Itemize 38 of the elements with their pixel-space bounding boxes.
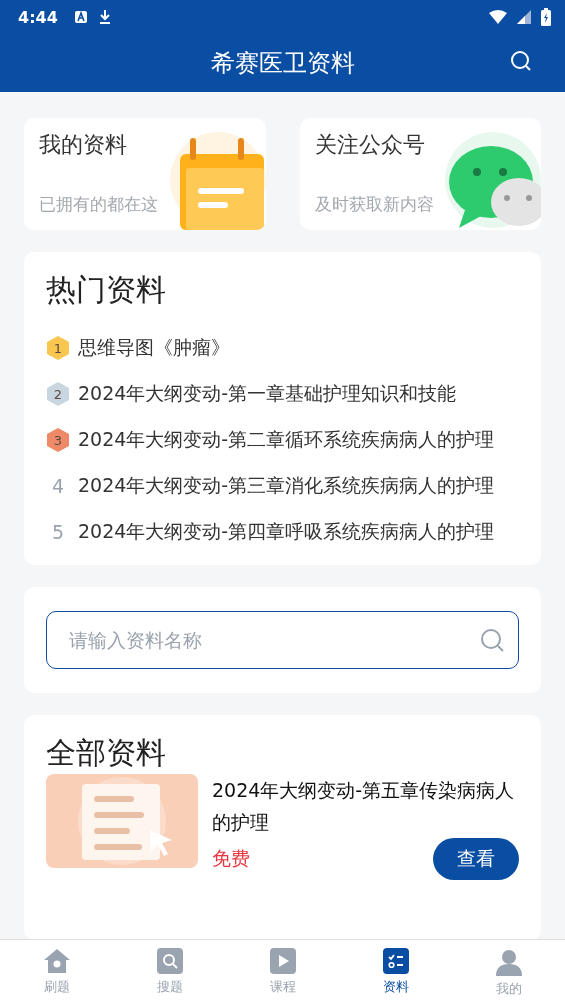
rank-number: 5: [50, 521, 66, 543]
app-title: 希赛医卫资料: [210, 48, 355, 79]
card-subtitle: 已拥有的都在这: [39, 193, 158, 216]
card-subtitle: 及时获取新内容: [314, 193, 434, 216]
search-field[interactable]: 请输入资料名称: [46, 611, 519, 669]
play-icon: [269, 948, 296, 974]
rank-badge: 2: [46, 381, 70, 407]
shortcut-card[interactable]: 我的资料 已拥有的都在这: [24, 118, 266, 230]
nav-tab[interactable]: 资料: [339, 940, 452, 1004]
home-icon: [42, 948, 71, 974]
card-title: 我的资料: [39, 131, 128, 159]
checklist-icon: [382, 948, 409, 974]
font-icon: [73, 10, 88, 24]
rank-badge: 1: [46, 335, 70, 361]
status-time: 4:44: [18, 7, 58, 27]
view-button[interactable]: 查看: [433, 838, 519, 880]
price-label: 免费: [212, 846, 250, 871]
hot-item-link[interactable]: 2024年大纲变动-第一章基础护理知识和技能: [78, 381, 457, 407]
signal-icon: [517, 10, 531, 24]
hot-item-link[interactable]: 2024年大纲变动-第四章呼吸系统疾病病人的护理: [78, 519, 495, 545]
hot-item-link[interactable]: 2024年大纲变动-第二章循环系统疾病病人的护理: [78, 427, 495, 453]
rank-badge: 3: [46, 427, 70, 453]
search-icon: [156, 948, 183, 974]
wifi-icon: [489, 10, 507, 24]
search-icon: [509, 49, 533, 73]
rank-number: 4: [50, 475, 66, 497]
section-title: 全部资料: [46, 735, 166, 770]
search-icon: [479, 627, 505, 653]
search-button[interactable]: [509, 49, 533, 73]
hot-item-link[interactable]: 思维导图《肿瘤》: [78, 335, 230, 361]
document-title: 2024年大纲变动-第五章传染病病人的护理: [212, 778, 516, 835]
download-icon: [97, 9, 112, 25]
section-title: 热门资料: [46, 271, 167, 309]
card-title: 关注公众号: [314, 131, 426, 159]
shortcut-card[interactable]: 关注公众号 及时获取新内容: [299, 118, 541, 230]
hot-item-link[interactable]: 2024年大纲变动-第三章消化系统疾病病人的护理: [78, 473, 495, 499]
person-icon: [494, 948, 523, 976]
battery-icon: [541, 8, 551, 26]
